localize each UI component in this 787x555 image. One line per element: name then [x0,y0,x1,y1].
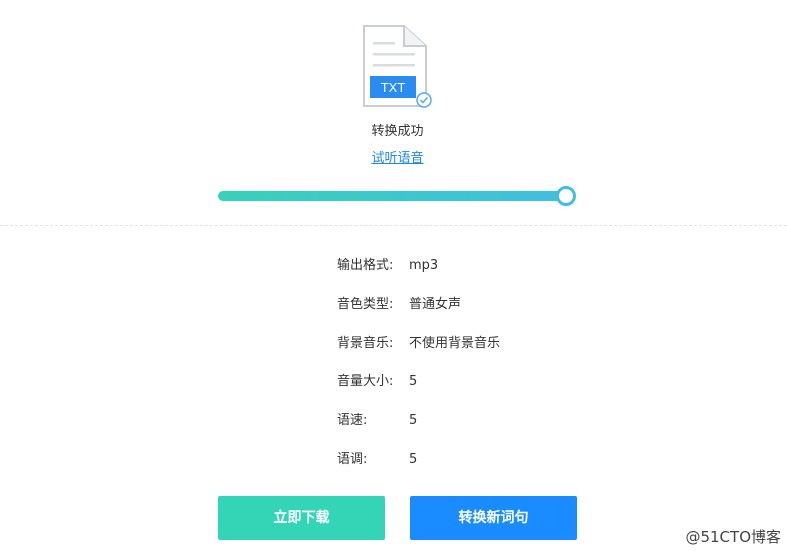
detail-label: 语调: [337,452,368,467]
file-type-label: TXT [381,80,406,95]
detail-row-speed: 语速: 5 [337,412,417,430]
detail-value: 普通女声 [409,297,462,312]
detail-label: 音量大小: [337,374,394,389]
detail-row-background-music: 背景音乐: 不使用背景音乐 [337,335,500,353]
convert-new-text-button[interactable]: 转换新词句 [410,496,577,540]
txt-file-icon: TXT [363,25,432,108]
detail-value: 5 [409,374,418,389]
section-divider [0,225,787,226]
conversion-status: 转换成功 [371,124,424,139]
progress-handle[interactable] [556,186,576,206]
detail-row-output-format: 输出格式: mp3 [337,257,438,275]
watermark: @51CTO博客 [685,528,781,546]
detail-value: 5 [409,452,418,467]
detail-row-volume: 音量大小: 5 [337,373,417,391]
conversion-progress-bar [218,191,570,201]
preview-audio-link[interactable]: 试听语音 [0,147,787,166]
detail-label: 输出格式: [337,258,394,273]
detail-label: 语速: [337,413,368,428]
download-now-button[interactable]: 立即下载 [218,496,385,540]
detail-value: 不使用背景音乐 [409,336,501,351]
detail-row-voice-type: 音色类型: 普通女声 [337,296,461,314]
detail-label: 音色类型: [337,297,394,312]
detail-row-pitch: 语调: 5 [337,451,417,469]
detail-value: 5 [409,413,418,428]
progress-fill [218,191,570,201]
detail-label: 背景音乐: [337,336,394,351]
detail-value: mp3 [409,258,439,273]
